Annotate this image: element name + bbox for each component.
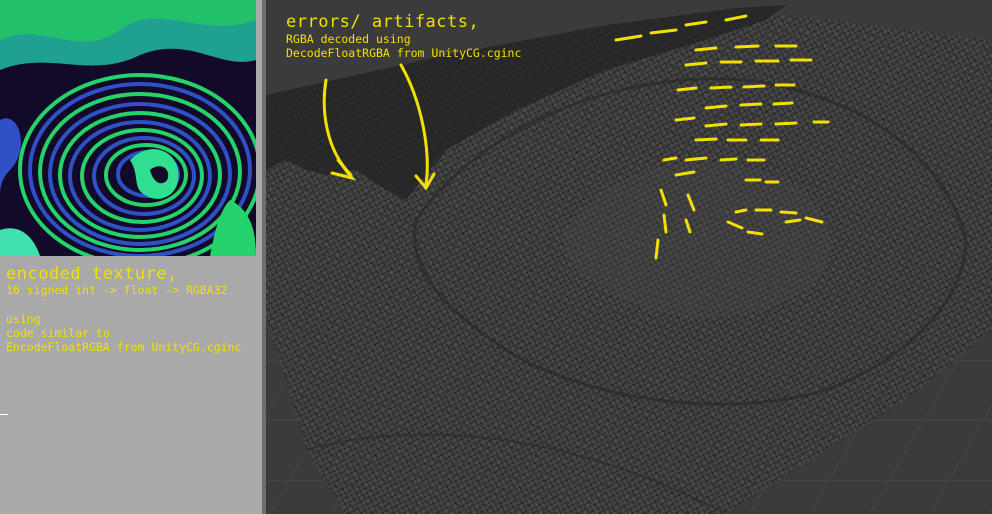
encoded-texture-line-4: code similar to xyxy=(6,326,110,340)
encoded-texture-line-1: 16 signed int -> float -> RGBA32 xyxy=(6,283,228,297)
panel-tick-mark xyxy=(0,414,8,415)
artifacts-title: errors/ artifacts, xyxy=(286,12,480,32)
encoded-texture-line-3: using xyxy=(6,312,41,326)
encoded-texture-image xyxy=(0,0,256,256)
editor-window: encoded texture, 16 signed int -> float … xyxy=(0,0,992,514)
scene-viewport[interactable]: errors/ artifacts, RGBA decoded using De… xyxy=(266,0,992,514)
encoded-texture-title: encoded texture, xyxy=(6,264,178,284)
artifacts-line-2: DecodeFloatRGBA from UnityCG.cginc xyxy=(286,46,522,60)
artifacts-line-1: RGBA decoded using xyxy=(286,32,411,46)
encoded-texture-line-5: EncodeFloatRGBA from UnityCG.cginc xyxy=(6,340,242,354)
encoded-texture-preview xyxy=(0,0,256,256)
texture-panel: encoded texture, 16 signed int -> float … xyxy=(0,0,262,514)
terrain-wireframe xyxy=(266,0,992,514)
